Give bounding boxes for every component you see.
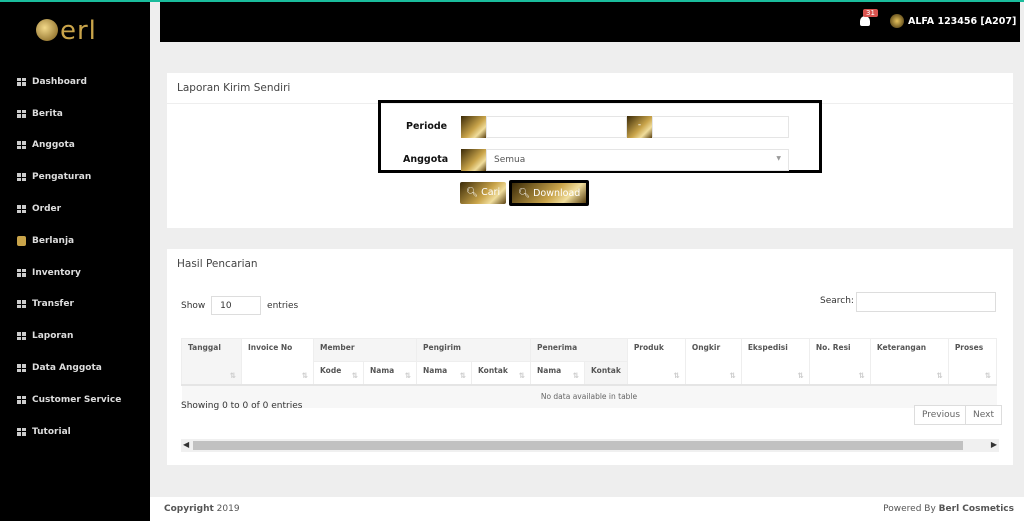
sidebar-item-data-anggota[interactable]: Data Anggota bbox=[0, 352, 150, 384]
col-ongkir[interactable]: Ongkir ⇅ bbox=[684, 338, 742, 385]
entries-select[interactable]: 10 bbox=[211, 296, 262, 315]
col-ekspedisi[interactable]: Ekspedisi ⇅ bbox=[740, 338, 810, 385]
sidebar: erl Dashboard Berita Anggota Pengaturan … bbox=[0, 2, 150, 521]
top-header: 31 ALFA 123456 [A207] bbox=[160, 2, 1020, 42]
copyright-year: 2019 bbox=[216, 504, 240, 514]
grid-icon bbox=[17, 77, 26, 86]
col-pengirim-kontak[interactable]: Kontak ⇅ bbox=[471, 361, 531, 385]
bell-icon[interactable] bbox=[860, 16, 870, 26]
brand-name: Berl Cosmetics bbox=[938, 504, 1014, 514]
col-produk[interactable]: Produk ⇅ bbox=[626, 338, 686, 385]
periode-from-input[interactable] bbox=[486, 116, 627, 138]
sidebar-item-transfer[interactable]: Transfer bbox=[0, 289, 150, 321]
col-member-nama[interactable]: Nama ⇅ bbox=[363, 361, 417, 385]
grid-icon bbox=[17, 427, 26, 436]
sidebar-item-inventory[interactable]: Inventory bbox=[0, 257, 150, 289]
user-name[interactable]: ALFA 123456 [A207] bbox=[908, 16, 1016, 27]
grid-icon bbox=[17, 205, 26, 214]
table-info: Showing 0 to 0 of 0 entries bbox=[181, 401, 303, 411]
sidebar-item-label: Laporan bbox=[32, 331, 74, 342]
sidebar-item-label: Dashboard bbox=[32, 76, 87, 87]
entries-label: entries bbox=[267, 301, 299, 311]
download-label: Download bbox=[533, 188, 581, 199]
length-control: Show 10 entries bbox=[181, 296, 298, 315]
empty-row: No data available in table bbox=[181, 383, 997, 408]
sidebar-item-label: Transfer bbox=[32, 299, 74, 310]
col-penerima: Penerima bbox=[530, 338, 628, 362]
anggota-select[interactable]: Semua ▼ bbox=[486, 149, 789, 171]
grid-icon bbox=[17, 364, 26, 373]
periode-to-input[interactable] bbox=[652, 116, 789, 138]
sidebar-item-tutorial[interactable]: Tutorial bbox=[0, 416, 150, 448]
sidebar-item-label: Data Anggota bbox=[32, 363, 102, 374]
shopping-bag-icon bbox=[17, 235, 26, 246]
results-table: Tanggal ⇅ Invoice No ⇅ Member Pengirim Pen… bbox=[181, 338, 998, 408]
scroll-left-icon[interactable]: ◀ bbox=[183, 440, 189, 449]
notification-badge: 31 bbox=[863, 9, 878, 17]
horizontal-scrollbar[interactable]: ◀ ▶ bbox=[181, 439, 999, 452]
sidebar-item-anggota[interactable]: Anggota bbox=[0, 130, 150, 162]
show-label: Show bbox=[181, 301, 206, 311]
sidebar-item-label: Order bbox=[32, 204, 62, 215]
copyright-label: Copyright bbox=[164, 504, 214, 514]
col-pengirim-nama[interactable]: Nama ⇅ bbox=[416, 361, 472, 385]
sidebar-item-order[interactable]: Order bbox=[0, 193, 150, 225]
search-icon: 🔍︎ bbox=[466, 187, 479, 198]
sidebar-item-label: Inventory bbox=[32, 267, 81, 278]
grid-icon bbox=[17, 268, 26, 277]
logo: erl bbox=[36, 16, 97, 46]
sidebar-item-label: Anggota bbox=[32, 140, 75, 151]
sidebar-item-label: Tutorial bbox=[32, 426, 71, 437]
col-resi[interactable]: No. Resi ⇅ bbox=[808, 338, 871, 385]
results-panel: Hasil Pencarian Show 10 entries Search: … bbox=[167, 249, 1013, 465]
cari-button[interactable]: 🔍︎ Cari bbox=[460, 182, 507, 204]
col-member: Member bbox=[313, 338, 417, 362]
anggota-selected-value: Semua bbox=[494, 155, 526, 165]
chevron-down-icon: ▼ bbox=[776, 155, 781, 162]
footer: Copyright 2019 Powered By Berl Cosmetics bbox=[150, 497, 1024, 521]
cari-label: Cari bbox=[481, 187, 501, 198]
search-input[interactable] bbox=[856, 292, 996, 312]
sidebar-item-laporan[interactable]: Laporan bbox=[0, 320, 150, 352]
col-penerima-nama[interactable]: Nama ⇅ bbox=[530, 361, 585, 385]
col-pengirim: Pengirim bbox=[416, 338, 531, 362]
col-tanggal[interactable]: Tanggal ⇅ bbox=[181, 338, 242, 385]
sidebar-item-label: Berlanja bbox=[32, 235, 75, 246]
grid-icon bbox=[17, 109, 26, 118]
sidebar-item-pengaturan[interactable]: Pengaturan bbox=[0, 161, 150, 193]
download-button[interactable]: 🔍︎ Download bbox=[509, 180, 590, 206]
sidebar-item-label: Pengaturan bbox=[32, 172, 92, 183]
col-penerima-kontak[interactable]: Kontak bbox=[584, 361, 628, 385]
user-icon bbox=[461, 149, 486, 171]
avatar[interactable] bbox=[890, 14, 904, 28]
grid-icon bbox=[17, 300, 26, 309]
sidebar-item-berita[interactable]: Berita bbox=[0, 98, 150, 130]
col-proses[interactable]: Proses ⇅ bbox=[947, 338, 998, 385]
grid-icon bbox=[17, 173, 26, 182]
calendar-icon bbox=[461, 116, 486, 138]
scrollbar-thumb[interactable] bbox=[193, 441, 963, 450]
col-invoice[interactable]: Invoice No ⇅ bbox=[241, 338, 314, 385]
periode-label: Periode bbox=[406, 121, 448, 132]
sidebar-item-customer-service[interactable]: Customer Service bbox=[0, 384, 150, 416]
scroll-right-icon[interactable]: ▶ bbox=[991, 440, 997, 449]
search-label: Search: bbox=[820, 296, 854, 306]
sidebar-item-label: Customer Service bbox=[32, 394, 122, 405]
grid-icon bbox=[17, 332, 26, 341]
sidebar-item-label: Berita bbox=[32, 108, 63, 119]
anggota-label: Anggota bbox=[403, 154, 449, 165]
col-member-kode[interactable]: Kode ⇅ bbox=[313, 361, 364, 385]
search-icon: 🔍︎ bbox=[518, 188, 531, 199]
grid-icon bbox=[17, 141, 26, 150]
powered-label: Powered By bbox=[883, 504, 936, 514]
previous-button[interactable]: Previous bbox=[914, 405, 969, 425]
col-keterangan[interactable]: Keterangan ⇅ bbox=[869, 338, 949, 385]
grid-icon bbox=[17, 395, 26, 404]
panel-title: Hasil Pencarian bbox=[177, 258, 258, 270]
sidebar-item-berlanja[interactable]: Berlanja bbox=[0, 225, 150, 257]
range-separator: - bbox=[627, 116, 652, 138]
sidebar-nav: Dashboard Berita Anggota Pengaturan Orde… bbox=[0, 66, 150, 448]
sidebar-item-dashboard[interactable]: Dashboard bbox=[0, 66, 150, 98]
next-button[interactable]: Next bbox=[965, 405, 1002, 425]
